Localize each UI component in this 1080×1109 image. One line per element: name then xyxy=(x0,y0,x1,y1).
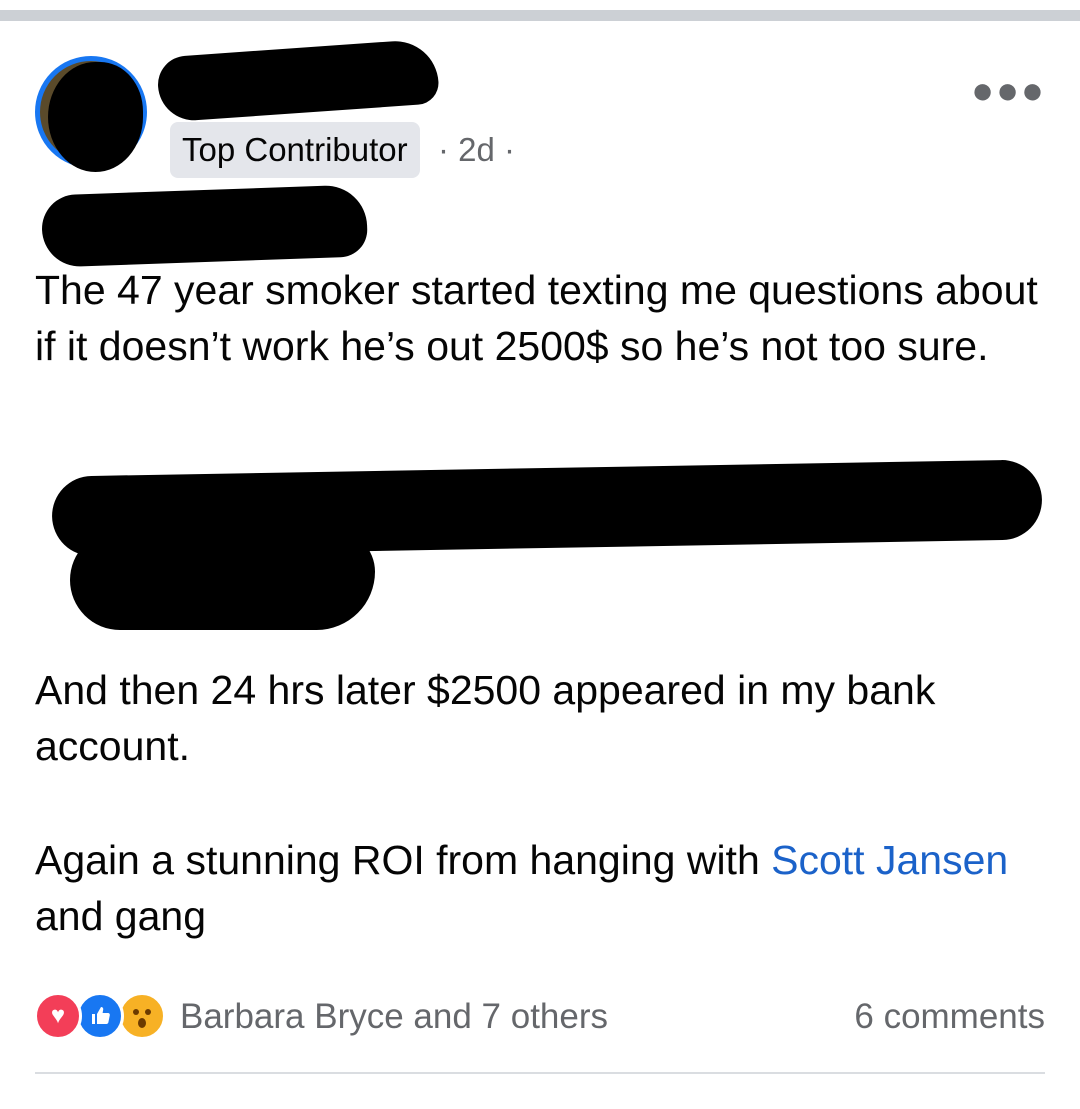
reactors-text[interactable]: Barbara Bryce and 7 others xyxy=(180,992,608,1042)
wow-reaction-icon xyxy=(118,992,166,1040)
reaction-summary[interactable]: ♥ xyxy=(34,992,174,1042)
post-paragraph-4: Again a stunning ROI from hanging with S… xyxy=(35,832,1045,944)
redaction-paragraph-2b xyxy=(70,530,375,630)
redaction-avatar xyxy=(48,62,143,172)
love-reaction-icon: ♥ xyxy=(34,992,82,1040)
mention-link[interactable]: Scott Jansen xyxy=(771,837,1008,883)
post-time[interactable]: · 2d · xyxy=(438,122,515,178)
more-horizontal-icon[interactable]: ●●● xyxy=(971,70,1046,113)
divider xyxy=(35,1072,1045,1074)
post-text-before-mention: Again a stunning ROI from hanging with xyxy=(35,837,772,883)
top-contributor-badge[interactable]: Top Contributor xyxy=(170,122,420,178)
post-text-after-mention: and gang xyxy=(35,893,207,939)
comments-count[interactable]: 6 comments xyxy=(854,992,1045,1042)
redaction-name xyxy=(156,38,440,123)
post-paragraph-3: And then 24 hrs later $2500 appeared in … xyxy=(35,667,936,769)
redaction-line-1 xyxy=(40,184,369,268)
post-paragraph-1: The 47 year smoker started texting me qu… xyxy=(35,267,1038,369)
top-bar xyxy=(0,0,1080,22)
like-reaction-icon xyxy=(76,992,124,1040)
